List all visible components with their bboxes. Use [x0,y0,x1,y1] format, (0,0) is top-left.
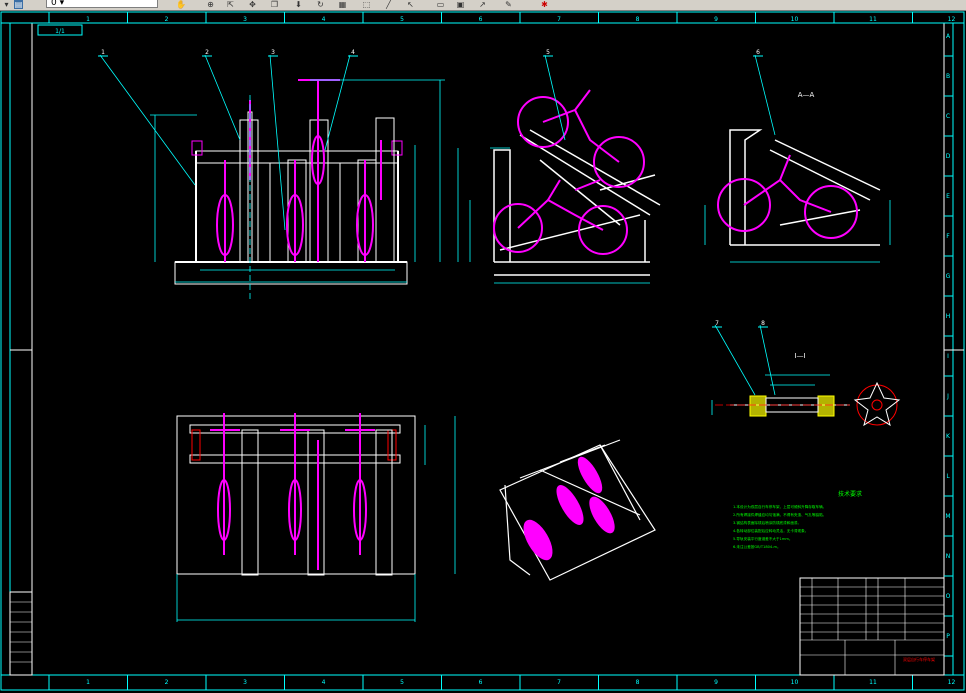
side-ruler-label: H [946,313,951,320]
top-ruler-label: 10 [791,16,799,23]
cursor-icon[interactable]: ↗ [478,0,487,9]
balloon-label: 1 [101,49,105,56]
side-ruler-label: K [946,433,951,440]
side-ruler: A B C D E F G H I J K L M N O P [944,33,953,657]
balloon-label: 5 [546,49,550,56]
part-balloons: 1 2 3 4 5 6 7 8 [98,49,768,328]
settings-icon[interactable]: ✎ [504,0,513,9]
top-ruler-label: 8 [636,16,640,23]
copy-icon[interactable]: ❐ [270,0,279,9]
arrow-icon[interactable]: ↖ [406,0,415,9]
bottom-ruler-label: 5 [400,679,404,686]
top-ruler-label: 2 [165,16,169,23]
drawing-canvas[interactable]: 1 2 3 4 5 6 7 8 9 10 11 12 1 2 3 4 5 6 7 8 9 10 11 12 ABCDEFGH… [0,11,966,693]
side-ruler-label: O [946,593,951,600]
bottom-ruler-label: 11 [869,679,877,686]
top-ruler-label: 4 [322,16,326,23]
top-ruler-label: 1 [86,16,90,23]
top-ruler-label: 7 [557,16,561,23]
bottom-ruler-label: 3 [243,679,247,686]
bottom-ruler-label: 12 [948,679,956,686]
side-ruler-label: M [945,513,950,520]
rectangle-icon[interactable]: ▭ [436,0,445,9]
side-ruler-label: N [946,553,951,560]
refresh-icon[interactable]: ↻ [316,0,325,9]
tech-note-line: 5.导轨安装平行度误差不大于1mm。 [733,536,792,541]
menu-arrow-icon[interactable]: ▾ [2,0,11,9]
top-ruler-label: 11 [869,16,877,23]
side-ruler-label: C [946,113,950,120]
side-ruler-label: J [946,393,949,400]
top-ruler-label: 5 [400,16,404,23]
line-icon[interactable]: ╱ [384,0,393,9]
top-ruler-label: 6 [479,16,483,23]
front-view [99,54,445,300]
sheet-outer-border [0,11,965,691]
balloon-label: 3 [271,49,275,56]
title-block-name: 双层自行车停车架 [903,656,935,662]
bottom-ruler-label: 1 [86,679,90,686]
bottom-ruler-label: 6 [479,679,483,686]
layer-dropdown[interactable]: 0 ▾ [46,0,158,8]
bottom-ruler: 1 2 3 4 5 6 7 8 9 10 11 12 [48,675,956,690]
side-ruler-label: I [947,353,949,360]
detail-mark: I—I [794,352,805,360]
side-ruler-label: A [946,33,951,40]
side-ruler-label: B [946,73,950,80]
bottom-ruler-label: 8 [636,679,640,686]
side-ruler-label: D [946,153,951,160]
section-mark: A—A [798,91,815,99]
tech-title: 技术要求 [838,490,862,498]
corner-tag: 1/1 [55,28,65,35]
balloon-label: 2 [205,49,209,56]
side-view-right: A—A [704,54,891,263]
balloon-label: 6 [756,49,760,56]
tech-note-line: 3.钢结构表面除锈后喷涂防锈底漆和面漆。 [733,520,801,525]
side-ruler-label: G [946,273,951,280]
move-icon[interactable]: ✥ [248,0,257,9]
top-ruler-label: 3 [243,16,247,23]
top-ruler-label: 9 [714,16,718,23]
bottom-ruler-label: 10 [791,679,799,686]
side-ruler-label: F [946,233,950,240]
title-block: 双层自行车停车架 [799,577,945,676]
tech-notes: 1.本设计为双层自行车停车架，上层可倾斜升降存取车辆。 2.所有焊接件焊缝应均匀饱… [733,504,826,549]
bottom-ruler-label: 2 [165,679,169,686]
down-arrow-icon[interactable]: ⬇ [294,0,303,9]
bottom-ruler-label: 7 [557,679,561,686]
tech-note-line: 2.所有焊接件焊缝应均匀饱满，不得有夹渣、气孔等缺陷。 [733,512,826,517]
balloon-label: 4 [351,49,355,56]
bottom-ruler-label: 9 [714,679,718,686]
detail-view: I—I [711,324,901,427]
select-icon[interactable]: ⇱ [226,0,235,9]
tools-icon[interactable]: ✱ [540,0,549,9]
side-ruler-label: L [946,473,950,480]
balloon-label: 7 [715,320,719,327]
revision-block [9,591,33,676]
zoom-extents-icon[interactable]: ⬚ [362,0,371,9]
balloon-label: 8 [761,320,765,327]
top-view [176,413,456,622]
isometric-view [499,439,656,581]
bottom-ruler-label: 4 [322,679,326,686]
tech-note-line: 6.未注公差按GB/T1804-m。 [733,544,781,549]
sheet-inner-border [31,22,945,676]
zoom-icon[interactable]: ⊕ [206,0,215,9]
layer-icon[interactable]: ▤ [14,0,23,9]
properties-icon[interactable]: ▣ [456,0,465,9]
tech-note-line: 4.各转动部位装配后应转动灵活，无卡滞现象。 [733,528,808,533]
side-view [457,54,661,284]
top-ruler-label: 12 [948,16,956,23]
window-icon[interactable]: ▦ [338,0,347,9]
cad-toolbar: ▾ ▤ 0 ▾ ✋ ⊕ ⇱ ✥ ❐ ⬇ ↻ ▦ ⬚ ╱ ↖ ▭ ▣ ↗ ✎ ✱ [0,0,966,11]
side-ruler-label: E [946,193,950,200]
side-ruler-label: P [946,633,950,640]
tech-note-line: 1.本设计为双层自行车停车架，上层可倾斜升降存取车辆。 [733,504,826,509]
top-ruler: 1 2 3 4 5 6 7 8 9 10 11 12 [48,12,956,23]
pan-icon[interactable]: ✋ [176,0,186,9]
